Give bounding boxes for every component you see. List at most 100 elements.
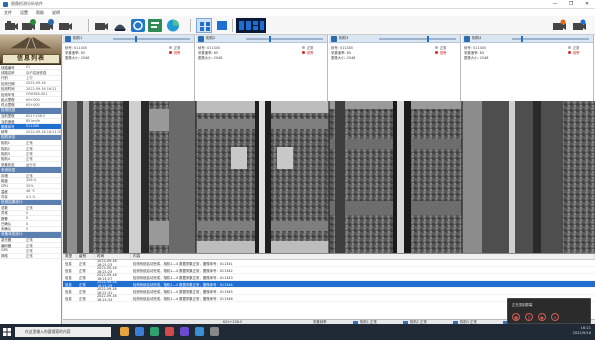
menu-settings[interactable]: 设置 [20, 10, 28, 16]
col-level[interactable]: 级别 [77, 254, 95, 259]
toolbar-divider [190, 19, 191, 32]
alarm-dot-icon [568, 51, 571, 54]
alarm-dot-icon [169, 51, 172, 54]
export-camera-icon[interactable] [551, 18, 567, 33]
log-type: 信息 [65, 275, 72, 280]
stop-record-icon[interactable]: ■ [512, 313, 520, 321]
camera-label: 相机4 [472, 36, 482, 40]
info-key: 相机3 [1, 151, 10, 156]
mic-icon[interactable]: ● [538, 313, 546, 321]
info-list: 线路编号 01 线路名称 京沪高速铁路 行别 上行 检测日期 2022-09-16 检测时间 20… [0, 65, 61, 260]
analysis-icon[interactable] [165, 18, 181, 33]
camera-info-line: 图像大小: 2048 [198, 56, 223, 60]
info-value: 正常 [26, 248, 33, 253]
info-value: 2022-09-16 [26, 81, 46, 86]
col-type[interactable]: 类型 [63, 254, 77, 259]
info-value: 正常 [26, 157, 33, 162]
app-window: 图像检测分析软件 — ❐ ✕ 文件 设置 帮助 说明 信息列表 线路编号 01 … [0, 0, 595, 340]
app-icon [3, 1, 8, 7]
taskbar-search-input[interactable]: 在这里输入你要搜索的内容 [15, 327, 111, 337]
info-value: 京沪高速铁路 [26, 71, 47, 76]
video-icon[interactable] [57, 18, 73, 33]
status-dot-icon [169, 46, 172, 49]
save-camera-icon[interactable] [571, 18, 587, 33]
single-view-icon[interactable] [214, 18, 230, 33]
close-toast-icon[interactable]: ✕ [551, 313, 559, 321]
camera-settings-icon[interactable] [198, 35, 204, 42]
info-value: 正常 [26, 238, 33, 243]
info-row[interactable]: 采集状态 运行中 [0, 162, 61, 168]
camera-status-alarm: 报警 [573, 51, 580, 55]
log-row[interactable]: 信息 正常 2022-09-16 16:21:23 检测系统启动完成，相机1—4… [63, 259, 595, 267]
log-level: 正常 [79, 268, 86, 273]
log-row[interactable]: 信息 正常 2022-09-16 16:21:27 检测系统启动完成，相机1—4… [63, 273, 595, 281]
info-row[interactable]: 网络 正常 [0, 254, 61, 260]
grid-view-icon[interactable] [196, 18, 212, 33]
minimize-button[interactable]: — [547, 0, 563, 9]
log-type: 信息 [65, 282, 72, 287]
log-row[interactable]: 信息 正常 2022-09-16 16:21:31 检测系统启动完成，相机1—4… [63, 287, 595, 295]
camera-settings-icon[interactable] [39, 18, 55, 33]
camera-exposure-slider[interactable] [379, 35, 456, 42]
camera-exposure-slider[interactable] [512, 35, 589, 42]
info-value: K0+000 [26, 97, 40, 102]
log-row[interactable]: 信息 正常 2022-09-16 16:21:29 检测系统启动完成，相机1—4… [63, 280, 595, 288]
camera-record-icon[interactable] [93, 18, 109, 33]
browser-icon[interactable] [135, 327, 144, 336]
status-dot-icon [435, 46, 438, 49]
menu-about[interactable]: 说明 [52, 10, 60, 16]
camera-play-icon[interactable] [21, 18, 37, 33]
system-tray-clock[interactable]: 16:21 2022/9/16 [573, 326, 591, 336]
app-icon-purple[interactable] [180, 327, 189, 336]
report-icon[interactable] [147, 18, 163, 33]
camera-status-alarm: 报警 [307, 51, 314, 55]
info-value: 正常 [26, 254, 33, 259]
info-value: 85 km/h [26, 119, 40, 124]
pause-record-icon[interactable]: ‖ [525, 313, 533, 321]
info-value: 0 [26, 221, 29, 226]
app-icon-red[interactable] [165, 327, 174, 336]
camera-settings-icon[interactable] [464, 35, 470, 42]
file-explorer-icon[interactable] [120, 327, 129, 336]
info-value: 011345 [26, 124, 39, 129]
info-value: 正常 [26, 173, 33, 178]
info-value: 运行中 [26, 162, 37, 167]
scan-icon[interactable] [130, 18, 146, 33]
info-key: 存储 [1, 173, 8, 178]
menu-file[interactable]: 文件 [4, 10, 12, 16]
camera-icon[interactable] [3, 18, 19, 33]
multi-camera-view-icon[interactable] [236, 18, 266, 33]
menu-help[interactable]: 帮助 [36, 10, 44, 16]
camera-settings-icon[interactable] [331, 35, 337, 42]
log-type: 信息 [65, 268, 72, 273]
info-value: 正常 [26, 243, 33, 248]
info-key: 当前速度 [1, 119, 15, 124]
camera-status-alarm: 报警 [174, 51, 181, 55]
camera-settings-icon[interactable] [65, 35, 71, 42]
camera-exposure-slider[interactable] [113, 35, 190, 42]
camera-header-area: 相机1 帧号: 011345 正常 采集速率: 85 报警 图像大小: 2048 相… [63, 35, 595, 101]
log-row[interactable]: 信息 正常 2022-09-16 16:21:25 检测系统启动完成，相机1—4… [63, 266, 595, 274]
info-value: 326 G [26, 178, 37, 183]
close-button[interactable]: ✕ [579, 0, 595, 9]
app-icon-gray[interactable] [210, 327, 219, 336]
info-key: 检测车号 [1, 92, 15, 97]
camera-exposure-slider[interactable] [246, 35, 323, 42]
panel-title: 信息列表 [2, 54, 60, 64]
image-strip[interactable] [63, 101, 595, 253]
app-icon-green[interactable] [150, 327, 159, 336]
info-key: 线路名称 [1, 71, 15, 76]
col-content[interactable]: 内容 [131, 254, 595, 259]
log-message: 检测系统启动完成，相机1—4 数据采集正常，图像序号：011344 [133, 282, 233, 287]
windows-start-icon[interactable] [3, 328, 11, 336]
detect-icon[interactable] [112, 18, 128, 33]
maximize-button[interactable]: ❐ [563, 0, 579, 9]
info-key: 异常 [1, 211, 8, 216]
camera-panel-2: 相机2 帧号: 011345 正常 采集速率: 85 报警 图像大小: 2048 [196, 35, 328, 101]
recording-toast[interactable]: 正在录制屏幕 ■ ‖ ● ✕ [507, 298, 591, 324]
window-title: 图像检测分析软件 [11, 1, 43, 6]
app-icon-blue[interactable] [195, 327, 204, 336]
title-bar: 图像检测分析软件 — ❐ ✕ [0, 0, 595, 9]
taskbar-apps [120, 327, 219, 336]
log-message: 检测系统启动完成，相机1—4 数据采集正常，图像序号：011342 [133, 268, 233, 273]
